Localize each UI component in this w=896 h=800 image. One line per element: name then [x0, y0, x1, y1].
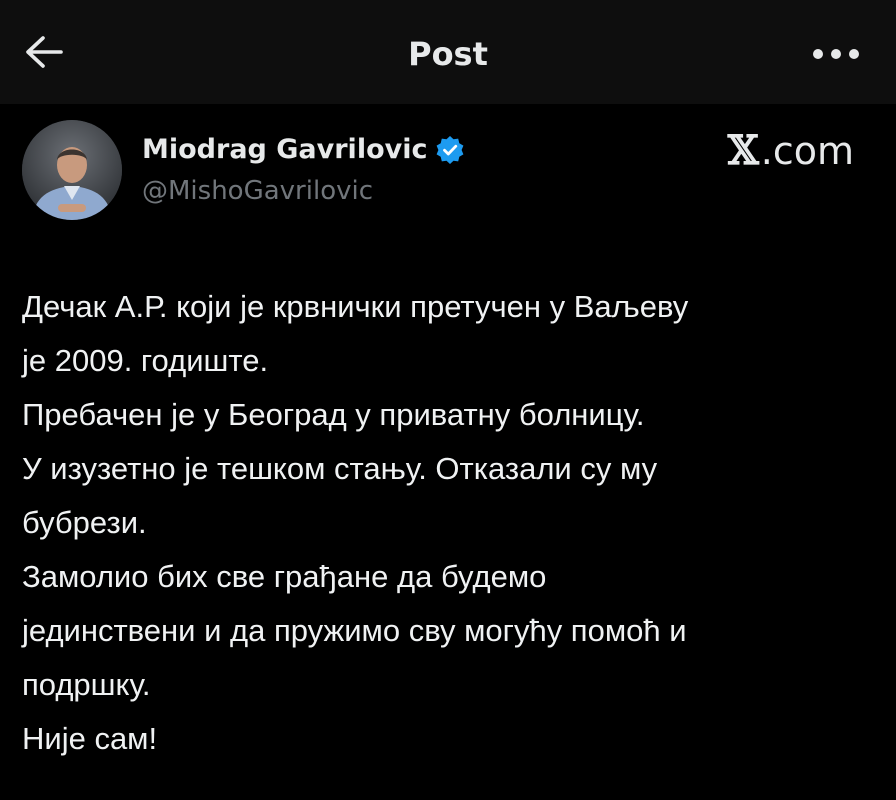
page-title: Post: [408, 35, 488, 73]
post-line: У изузетно је тешком стању. Отказали су …: [22, 451, 658, 486]
post-line: подршку.: [22, 667, 151, 702]
author-handle[interactable]: @MishoGavrilovic: [142, 172, 373, 210]
more-horizontal-icon: [812, 45, 860, 64]
avatar[interactable]: [22, 120, 122, 220]
post-text: Дечак А.Р. који је крвнички претучен у В…: [22, 280, 882, 766]
post-line: Замолио бих све грађане да будемо: [22, 559, 547, 594]
post-line: бубрези.: [22, 505, 147, 540]
top-bar: Post: [0, 0, 896, 104]
post-line: Није сам!: [22, 721, 158, 756]
author-name[interactable]: Miodrag Gavrilovic: [142, 130, 465, 170]
more-options-button[interactable]: [806, 30, 866, 78]
post-line: Пребачен је у Београд у приватну болницу…: [22, 397, 645, 432]
x-logo-icon: 𝕏: [727, 127, 759, 174]
post-line: је 2009. годиште.: [22, 343, 269, 378]
source-domain: .com: [760, 129, 854, 173]
source-watermark: 𝕏 .com: [728, 128, 854, 174]
author-name-text: Miodrag Gavrilovic: [142, 134, 428, 165]
post-line: Дечак А.Р. који је крвнички претучен у В…: [22, 289, 689, 324]
post-line: јединствени и да пружимо сву могућу помо…: [22, 613, 687, 648]
verified-badge-icon: [435, 135, 465, 165]
